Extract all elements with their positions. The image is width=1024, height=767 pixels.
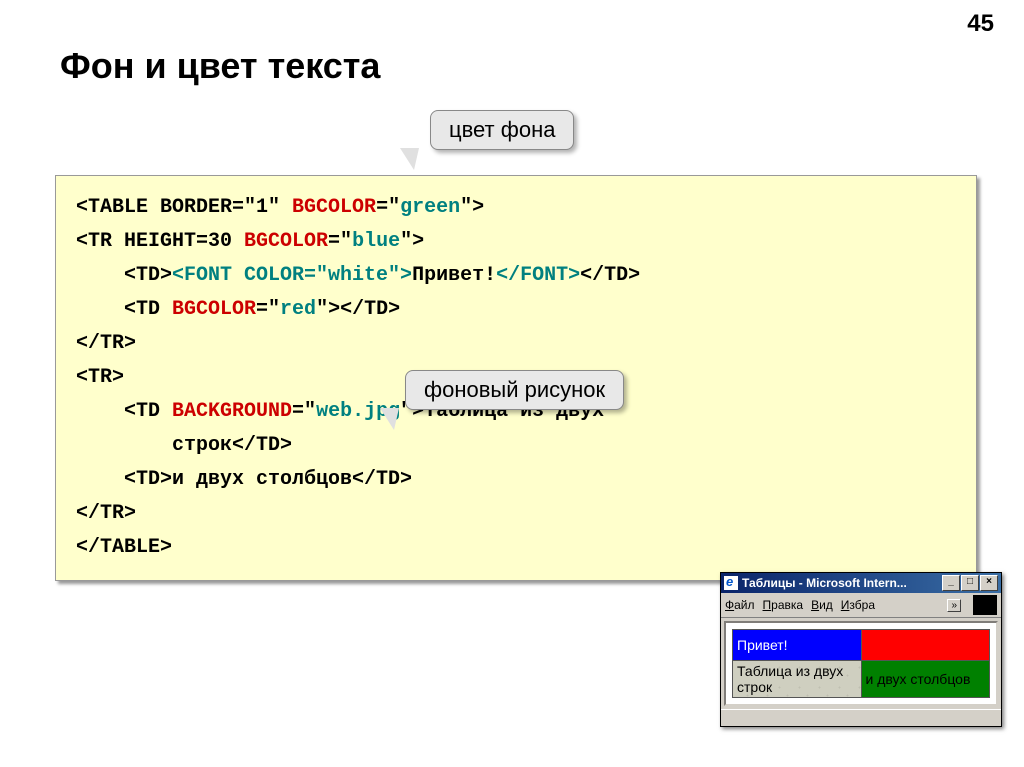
menu-file[interactable]: Файл xyxy=(725,598,755,612)
browser-preview: Таблицы - Microsoft Intern... _ □ × Файл… xyxy=(720,572,1002,727)
callout-bg-color: цвет фона xyxy=(430,110,574,150)
menu-overflow[interactable]: » xyxy=(947,599,961,612)
callout-tail-2 xyxy=(380,408,399,430)
ie-icon xyxy=(724,576,738,590)
cell-red xyxy=(861,630,990,661)
maximize-button[interactable]: □ xyxy=(961,575,979,591)
browser-content: Привет! Таблица из двух строк и двух сто… xyxy=(724,621,998,706)
browser-titlebar: Таблицы - Microsoft Intern... _ □ × xyxy=(721,573,1001,593)
ie-throbber-icon xyxy=(973,595,997,615)
cell-web-bg: Таблица из двух строк xyxy=(733,661,862,698)
minimize-button[interactable]: _ xyxy=(942,575,960,591)
menu-edit[interactable]: Правка xyxy=(763,598,804,612)
callout-bg-image: фоновый рисунок xyxy=(405,370,624,410)
cell-blue: Привет! xyxy=(733,630,862,661)
menu-view[interactable]: Вид xyxy=(811,598,833,612)
rendered-table: Привет! Таблица из двух строк и двух сто… xyxy=(732,629,990,698)
slide-title: Фон и цвет текста xyxy=(60,45,380,87)
menu-fav[interactable]: Избра xyxy=(841,598,875,612)
page-number: 45 xyxy=(967,10,994,38)
browser-statusbar xyxy=(721,709,1001,726)
callout-tail-1 xyxy=(400,148,419,170)
close-button[interactable]: × xyxy=(980,575,998,591)
browser-menubar: Файл Правка Вид Избра » xyxy=(721,593,1001,618)
browser-title: Таблицы - Microsoft Intern... xyxy=(742,576,942,590)
cell-green: и двух столбцов xyxy=(861,661,990,698)
